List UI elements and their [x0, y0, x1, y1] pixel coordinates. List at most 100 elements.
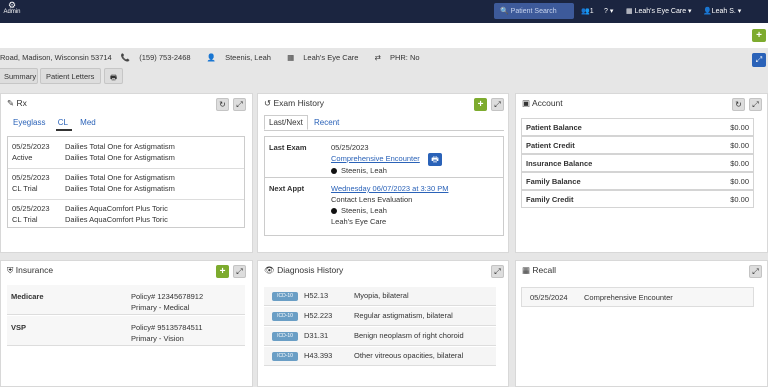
recall-title: Recall — [532, 265, 557, 275]
phone-icon: 📞 — [120, 53, 131, 62]
expand-button[interactable]: ⤢ — [233, 265, 246, 278]
dx-desc: Other vitreous opacities, bilateral — [354, 351, 464, 360]
summary-label: Summary — [4, 72, 37, 81]
list-item[interactable]: Medicare Policy# 12345678912 Primary - M… — [7, 285, 245, 315]
account-row: Patient Credit $0.00 — [521, 136, 754, 154]
list-item[interactable]: ICD-10 H43.393 Other vitreous opacities, b… — [264, 347, 496, 366]
app-logo[interactable]: ⚙ Admin — [2, 0, 22, 16]
rx-date: 05/25/2023 — [12, 204, 50, 213]
patient-search-input[interactable]: 🔍 Patient Search — [494, 3, 574, 19]
help-menu[interactable]: ? ▾ — [604, 7, 613, 15]
provider-name: Steenis, Leah — [341, 206, 387, 215]
last-exam-link[interactable]: Comprehensive Encounter — [331, 154, 420, 163]
icd-badge: ICD-10 — [272, 352, 298, 361]
patient-phone: 📞 (159) 753-2468 — [121, 53, 198, 62]
dx-code: H52.223 — [304, 311, 333, 320]
insurance-title: Insurance — [15, 265, 54, 275]
next-appt-label: Next Appt — [269, 184, 305, 193]
tab-last-next[interactable]: Last/Next — [264, 115, 308, 130]
rx-date: 05/25/2023 — [12, 173, 50, 182]
users-icon: 👥 — [581, 8, 590, 15]
dx-desc: Benign neoplasm of right choroid — [354, 331, 464, 340]
next-appt-type: Contact Lens Evaluation — [331, 195, 413, 204]
rx-date: 05/25/2023 — [12, 142, 50, 151]
last-exam-date: 05/25/2023 — [331, 143, 369, 152]
expand-icon: ⤢ — [752, 100, 759, 109]
location-label: Leah's Eye Care — [634, 8, 687, 15]
insurance-type: Primary - Medical — [131, 303, 190, 312]
patient-info-bar: Road, Madison, Wisconsin 53714 📞 (159) 7… — [0, 53, 434, 62]
tab-recent[interactable]: Recent — [314, 118, 339, 127]
expand-icon: ⤢ — [752, 267, 759, 276]
search-icon: 🔍 — [500, 8, 511, 15]
patient-letters-button[interactable]: Patient Letters — [40, 68, 101, 84]
list-item[interactable]: ICD-10 H52.223 Regular astigmatism, bilate… — [264, 307, 496, 326]
list-item[interactable]: ICD-10 D31.31 Benign neoplasm of right cho… — [264, 327, 496, 346]
rx-desc: Dailies Total One for Astigmatism — [65, 173, 175, 182]
expand-icon: ⤢ — [236, 100, 243, 109]
rx-desc: Dailies AquaComfort Plus Toric — [65, 204, 168, 213]
diagnosis-title: Diagnosis History — [277, 265, 344, 275]
dx-code: H52.13 — [304, 291, 329, 300]
add-insurance-button[interactable]: + — [216, 265, 229, 278]
expand-button[interactable]: ⤢ — [491, 98, 504, 111]
expand-button[interactable]: ⤢ — [233, 98, 246, 111]
list-item[interactable]: 05/25/2024 Comprehensive Encounter — [521, 287, 754, 307]
account-panel: ▣ Account ↻ ⤢ Patient Balance $0.00 Patie… — [515, 93, 768, 253]
account-value: $0.00 — [730, 177, 749, 186]
expand-button[interactable]: ⤢ — [749, 98, 762, 111]
add-button[interactable]: + — [752, 29, 766, 42]
print-icon: 🖶 — [109, 73, 118, 82]
dx-desc: Myopia, bilateral — [354, 291, 409, 300]
logo-icon: ⚙ — [7, 0, 17, 10]
expand-button[interactable]: ⤢ — [491, 265, 504, 278]
rx-list: 05/25/2023 Dailies Total One for Astigma… — [7, 136, 245, 228]
next-appt-link[interactable]: Wednesday 06/07/2023 at 3:30 PM — [331, 184, 448, 193]
tab-eyeglass[interactable]: Eyeglass — [13, 118, 45, 127]
list-item[interactable]: VSP Policy# 95135784511 Primary - Vision — [7, 316, 245, 346]
list-item[interactable]: ICD-10 H52.13 Myopia, bilateral — [264, 287, 496, 306]
insurance-header: ⛨ Insurance — [1, 261, 252, 280]
shield-icon: ⛨ — [7, 265, 16, 275]
expand-button[interactable]: ⤢ — [752, 53, 766, 67]
insurance-panel: ⛨ Insurance + ⤢ Medicare Policy# 1234567… — [0, 260, 253, 387]
rx-status: Active — [12, 153, 33, 162]
provider-value: Steenis, Leah — [225, 53, 271, 62]
account-label: Insurance Balance — [526, 159, 593, 168]
refresh-button[interactable]: ↻ — [216, 98, 229, 111]
account-label: Patient Balance — [526, 123, 582, 132]
location-value: Leah's Eye Care — [303, 53, 359, 62]
patient-phr: ⇄ PHR: No — [375, 53, 427, 62]
users-menu[interactable]: 👥1 — [581, 7, 594, 15]
dx-desc: Regular astigmatism, bilateral — [354, 311, 453, 320]
account-row: Insurance Balance $0.00 — [521, 154, 754, 172]
top-navbar: ⚙ Admin 🔍 Patient Search 👥1 ? ▾ ▦ Leah's … — [0, 0, 768, 23]
list-item[interactable]: 05/25/2023 Dailies AquaComfort Plus Tori… — [8, 201, 244, 227]
expand-button[interactable]: ⤢ — [749, 265, 762, 278]
exam-details: Last Exam 05/25/2023 Comprehensive Encou… — [264, 136, 504, 236]
account-header: ▣ Account — [516, 94, 767, 113]
account-row: Patient Balance $0.00 — [521, 118, 754, 136]
refresh-button[interactable]: ↻ — [732, 98, 745, 111]
location-menu[interactable]: ▦ Leah's Eye Care ▾ — [626, 7, 692, 15]
print-exam-button[interactable]: 🖶 — [428, 153, 442, 166]
user-menu[interactable]: 👤Leah S. ▾ — [703, 7, 741, 15]
recall-type: Comprehensive Encounter — [584, 293, 673, 302]
diagnosis-history-panel: 👁 Diagnosis History ⤢ ICD-10 H52.13 Myopia… — [257, 260, 509, 387]
refresh-icon: ↻ — [219, 100, 226, 109]
list-item[interactable]: 05/25/2023 Dailies Total One for Astigma… — [8, 139, 244, 169]
dx-code: H43.393 — [304, 351, 333, 360]
account-label: Family Credit — [526, 195, 574, 204]
tab-med[interactable]: Med — [80, 118, 96, 127]
summary-button[interactable]: Summary — [0, 68, 38, 84]
expand-icon: ⤢ — [494, 100, 501, 109]
list-item[interactable]: 05/25/2023 Dailies Total One for Astigma… — [8, 170, 244, 200]
search-placeholder: Patient Search — [510, 8, 557, 15]
add-exam-button[interactable]: + — [474, 98, 487, 111]
insurance-name: VSP — [11, 323, 27, 332]
print-icon: 🖶 — [431, 155, 439, 164]
tab-cl[interactable]: CL — [58, 118, 68, 127]
account-label: Patient Credit — [526, 141, 575, 150]
refresh-icon: ↻ — [735, 100, 742, 109]
print-button[interactable]: 🖶 — [104, 68, 123, 84]
